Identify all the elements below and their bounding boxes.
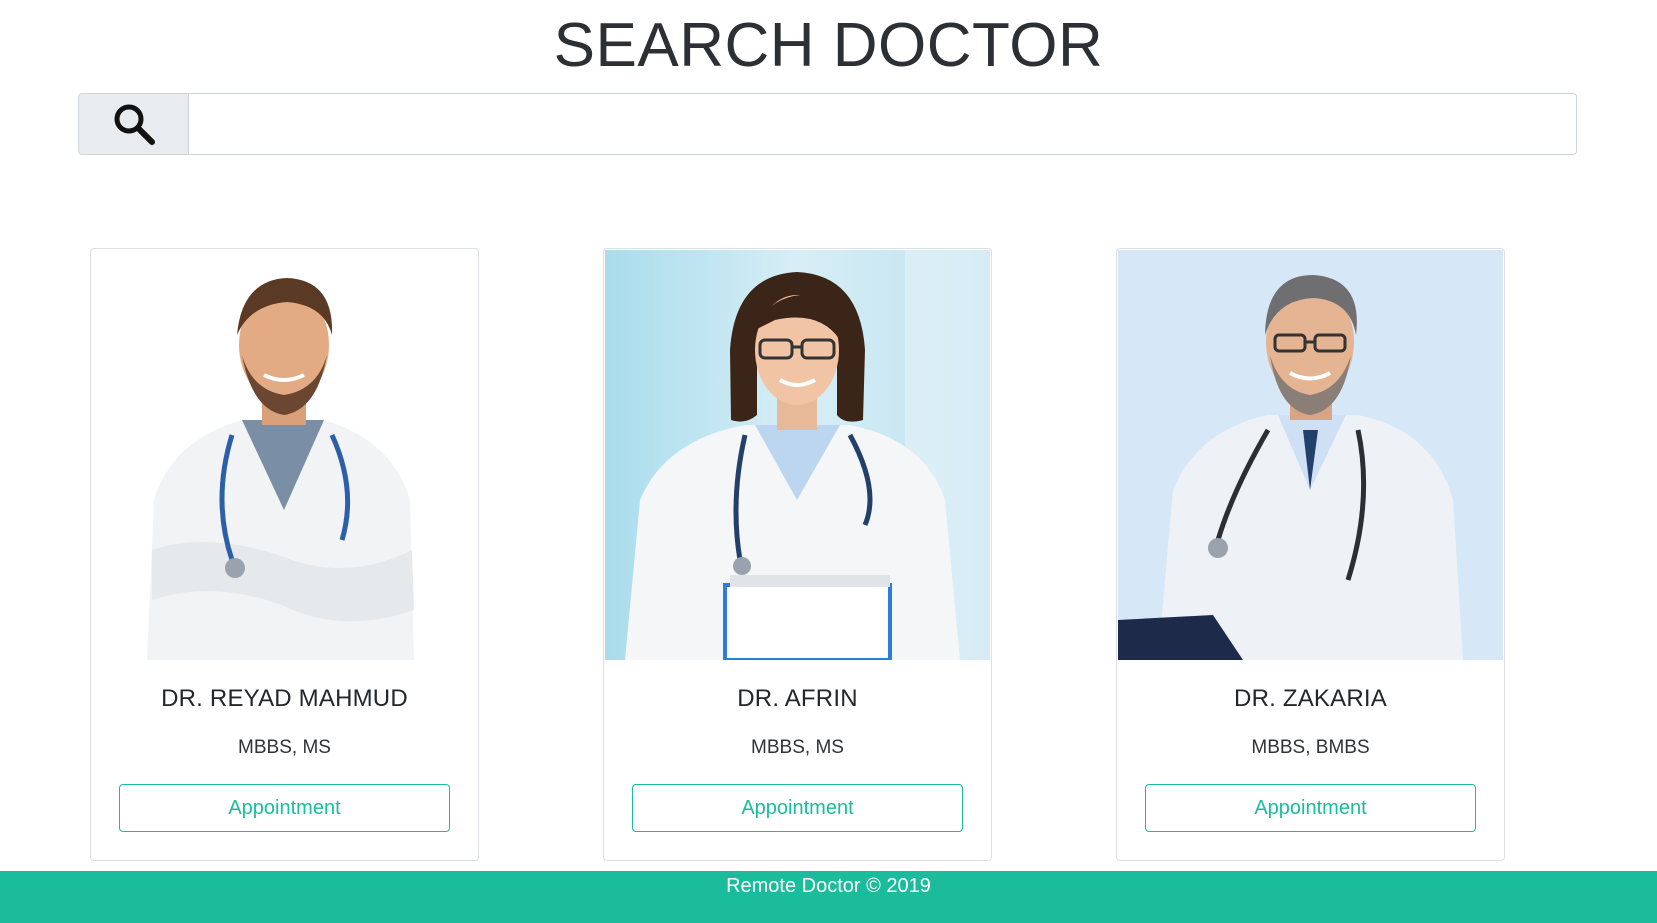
doctor-card: DR. ZAKARIA MBBS, BMBS Appointment	[1116, 248, 1505, 861]
footer: Remote Doctor © 2019	[0, 871, 1657, 923]
doctor-card: DR. REYAD MAHMUD MBBS, MS Appointment	[90, 248, 479, 861]
doctor-photo	[1118, 250, 1503, 660]
search-button[interactable]	[79, 94, 189, 154]
doctor-photo	[605, 250, 990, 660]
footer-text: Remote Doctor © 2019	[726, 875, 931, 897]
doctor-name: DR. REYAD MAHMUD	[161, 685, 408, 712]
appointment-button[interactable]: Appointment	[119, 784, 450, 832]
doctor-name: DR. AFRIN	[737, 685, 858, 712]
search-icon	[114, 104, 155, 145]
doctor-degree: MBBS, MS	[751, 737, 844, 758]
doctor-degree: MBBS, MS	[238, 737, 331, 758]
doctor-card: DR. AFRIN MBBS, MS Appointment	[603, 248, 992, 861]
appointment-button[interactable]: Appointment	[1145, 784, 1476, 832]
doctor-name: DR. ZAKARIA	[1234, 685, 1387, 712]
doctor-degree: MBBS, BMBS	[1251, 737, 1370, 758]
doctor-photo	[92, 250, 477, 660]
search-input[interactable]	[189, 94, 1576, 154]
search-bar	[78, 93, 1577, 155]
page-title: SEARCH DOCTOR	[553, 11, 1104, 80]
appointment-button[interactable]: Appointment	[632, 784, 963, 832]
